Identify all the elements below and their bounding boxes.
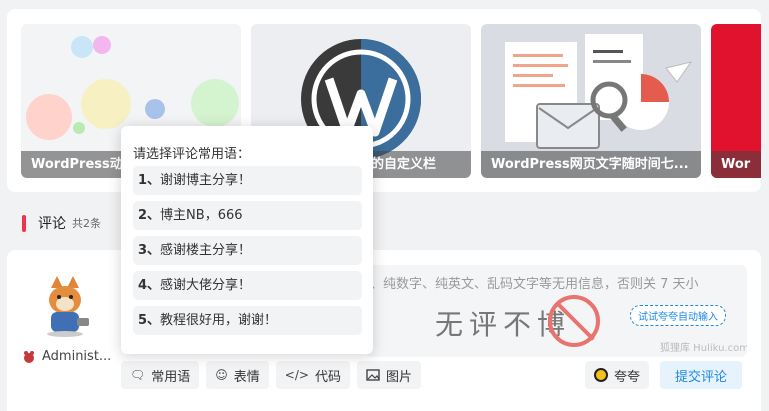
phrase-text: 谢谢博主分享！	[160, 173, 252, 188]
decor-bubble	[93, 36, 111, 54]
smile-icon: ☺	[215, 368, 228, 382]
comments-title: 评论	[38, 216, 66, 232]
site-watermark: 狐狸库 Huliku.com	[660, 343, 747, 354]
phrase-text: 感谢楼主分享！	[160, 243, 252, 258]
related-post-title: WordPress网页文字随时间七...	[481, 151, 701, 178]
submit-comment-button[interactable]: 提交评论	[660, 361, 743, 389]
decor-bubble	[71, 36, 93, 58]
phrase-item[interactable]: 5、教程很好用，谢谢！	[133, 306, 362, 335]
emoji-label: 表情	[233, 369, 260, 385]
phrase-item[interactable]: 1、谢谢博主分享！	[133, 166, 362, 195]
username[interactable]: Administ...	[22, 349, 111, 364]
decor-bubble	[73, 122, 85, 134]
phrase-list: 1、谢谢博主分享！ 2、博主NB，666 3、感谢楼主分享！ 4、感谢大佬分享！…	[133, 166, 362, 341]
decor-bubble	[191, 79, 239, 127]
comment-toolbar: 🗨︎ 常用语 ☺ 表情 </> 代码 图片	[121, 361, 421, 389]
image-icon	[366, 369, 380, 381]
no-sign-icon	[548, 295, 600, 347]
user-badge-icon	[24, 350, 34, 363]
submit-label: 提交评论	[675, 369, 728, 385]
decor-bubble	[145, 99, 165, 119]
related-post-title: Wor	[711, 151, 761, 178]
comment-placeholder: 、纯数字、纯英文、乱码文字等无用信息，否则关 7 天小	[370, 277, 699, 292]
username-label: Administ...	[42, 349, 112, 364]
code-icon: </>	[284, 368, 309, 382]
phrase-item[interactable]: 4、感谢大佬分享！	[133, 271, 362, 300]
chat-bubble-icon: 🗨︎	[130, 368, 146, 382]
phrase-num: 5、	[138, 313, 161, 328]
decor-bubble	[26, 94, 72, 140]
phrase-item[interactable]: 3、感谢楼主分享！	[133, 236, 362, 265]
phrase-text: 博主NB，666	[160, 208, 243, 223]
comments-heading: 评论 共2条	[22, 213, 101, 233]
code-button[interactable]: </> 代码	[275, 361, 350, 389]
comment-textarea[interactable]: 、纯数字、纯英文、乱码文字等无用信息，否则关 7 天小 无评不博 试试夸夸自动输…	[365, 265, 747, 357]
image-button[interactable]: 图片	[356, 361, 421, 389]
kuakua-button[interactable]: 夸夸	[585, 361, 650, 389]
phrase-item[interactable]: 2、博主NB，666	[133, 201, 362, 230]
phrases-button[interactable]: 🗨︎ 常用语	[121, 361, 200, 389]
popup-title: 请选择评论常用语：	[133, 147, 251, 162]
phrases-popup: 请选择评论常用语： 1、谢谢博主分享！ 2、博主NB，666 3、感谢楼主分享！…	[121, 126, 373, 354]
kuakua-face-icon	[594, 368, 608, 382]
related-post-3[interactable]: WordPress网页文字随时间七...	[481, 24, 701, 178]
phrase-text: 教程很好用，谢谢！	[160, 313, 278, 328]
phrase-num: 4、	[138, 278, 161, 293]
phrase-num: 3、	[138, 243, 161, 258]
code-label: 代码	[314, 369, 341, 385]
phrases-label: 常用语	[151, 369, 191, 385]
image-label: 图片	[385, 369, 412, 385]
decor-bubble	[81, 79, 131, 129]
comments-count: 共2条	[72, 217, 101, 230]
emoji-button[interactable]: ☺ 表情	[206, 361, 269, 389]
kuakua-label: 夸夸	[614, 369, 641, 385]
phrase-text: 感谢大佬分享！	[160, 278, 252, 293]
related-post-4[interactable]: Wor	[711, 24, 761, 178]
phrase-num: 1、	[138, 173, 161, 188]
heading-accent-bar	[22, 214, 26, 232]
phrase-num: 2、	[138, 208, 161, 223]
auto-input-tip[interactable]: 试试夸夸自动输入	[630, 305, 726, 326]
avatar	[47, 276, 89, 337]
